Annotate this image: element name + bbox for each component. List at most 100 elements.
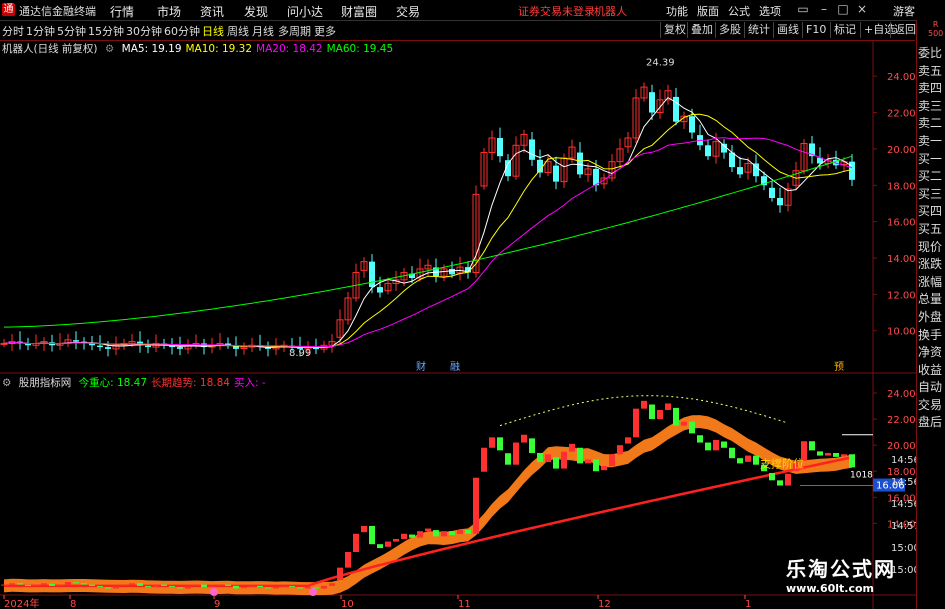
menu-wealth[interactable]: 财富圈 xyxy=(341,3,377,20)
right-panel-item[interactable]: 外盘 xyxy=(918,309,945,327)
sub-candle xyxy=(385,541,391,547)
candle-body xyxy=(105,347,111,349)
y-tick-label: 16.00 xyxy=(887,218,916,229)
event-marker: 融 xyxy=(450,361,460,373)
menu-options[interactable]: 选项 xyxy=(759,3,781,19)
menu-quotes[interactable]: 行情 xyxy=(110,3,134,20)
right-panel-item[interactable]: 收益 xyxy=(918,362,945,380)
min-icon[interactable]: – xyxy=(817,2,831,17)
right-panel-item[interactable]: 买一 xyxy=(918,151,945,169)
right-panel-item[interactable]: 买三 xyxy=(918,186,945,204)
restore-rights-button[interactable]: 复权 xyxy=(660,22,689,38)
right-panel-item[interactable]: 涨幅 xyxy=(918,274,945,292)
right-panel-item[interactable]: 卖三 xyxy=(918,98,945,116)
right-panel-item[interactable]: 总量 xyxy=(918,291,945,309)
statistics-button[interactable]: 统计 xyxy=(744,22,773,38)
right-panel-item[interactable]: 买四 xyxy=(918,203,945,221)
right-panel-item[interactable]: 委比 xyxy=(918,45,945,63)
sub-candle xyxy=(57,584,63,586)
candle-body xyxy=(705,145,711,157)
x-tick-label: 2024年 xyxy=(4,597,39,609)
sub-candle xyxy=(641,400,647,409)
sub-settings-icon[interactable]: ⚙ xyxy=(2,377,11,389)
sub-candle xyxy=(673,407,679,426)
trend-line xyxy=(4,456,853,588)
close-icon[interactable]: × xyxy=(855,2,869,17)
period-15min[interactable]: 15分钟 xyxy=(88,23,124,39)
right-panel-item[interactable]: 卖二 xyxy=(918,115,945,133)
right-panel-item[interactable]: 自动 xyxy=(918,379,945,397)
menu-formula[interactable]: 公式 xyxy=(728,3,750,19)
r-indicator[interactable]: R 500 xyxy=(928,20,943,38)
sub-candle xyxy=(169,586,175,588)
settings-icon[interactable]: ⚙ xyxy=(105,43,114,55)
menu-trade[interactable]: 交易 xyxy=(396,3,420,20)
candle-body xyxy=(369,261,375,288)
maximize-icon[interactable]: □ xyxy=(836,2,850,17)
sub-candle xyxy=(233,585,239,589)
sub-candle xyxy=(121,584,127,586)
menu-function[interactable]: 功能 xyxy=(666,3,688,19)
right-panel-item[interactable]: 买五 xyxy=(918,221,945,239)
watermark: 乐淘公式网 www.60lt.com xyxy=(786,553,916,603)
x-tick-label: 9 xyxy=(214,599,220,609)
period-monthly[interactable]: 月线 xyxy=(252,23,274,39)
f10-button[interactable]: F10 xyxy=(802,22,829,38)
sub-candle xyxy=(1,584,7,586)
right-panel-item[interactable]: 卖一 xyxy=(918,133,945,151)
sub-candle xyxy=(297,587,303,589)
period-5min[interactable]: 5分钟 xyxy=(57,23,86,39)
period-multi[interactable]: 多周期 xyxy=(278,23,311,39)
draw-line-button[interactable]: 画线 xyxy=(773,22,802,38)
sub-candle xyxy=(569,443,575,452)
menu-layout[interactable]: 版面 xyxy=(697,3,719,19)
period-1min[interactable]: 1分钟 xyxy=(26,23,55,39)
candle-body xyxy=(25,343,31,346)
candle-body xyxy=(729,152,735,168)
candle-body xyxy=(769,187,775,198)
candle-body xyxy=(649,92,655,113)
multi-stock-button[interactable]: 多股 xyxy=(715,22,744,38)
period-60min[interactable]: 60分钟 xyxy=(164,23,200,39)
right-panel-item[interactable]: 买二 xyxy=(918,168,945,186)
right-panel-item[interactable]: 涨跌 xyxy=(918,256,945,274)
sub-candle xyxy=(521,434,527,443)
minimize-icon[interactable]: ▭ xyxy=(796,2,810,17)
sub-candle xyxy=(257,585,263,588)
period-weekly[interactable]: 周线 xyxy=(227,23,249,39)
candle-body xyxy=(737,167,743,175)
period-toolbar: 分时 1分钟 5分钟 15分钟 30分钟 60分钟 日线 周线 月线 多周期 更… xyxy=(0,21,916,41)
sub-candle xyxy=(833,452,839,457)
menu-discover[interactable]: 发现 xyxy=(244,3,268,20)
period-daily[interactable]: 日线 xyxy=(202,23,224,39)
menu-market[interactable]: 市场 xyxy=(157,3,181,20)
guest-label[interactable]: 游客 xyxy=(893,3,915,19)
y-tick-label: 22.00 xyxy=(887,109,916,120)
overlay-button[interactable]: 叠加 xyxy=(687,22,716,38)
menu-ask[interactable]: 问小达 xyxy=(287,3,323,20)
right-panel-item[interactable]: 盘后 xyxy=(918,414,945,432)
period-more[interactable]: 更多 xyxy=(314,23,336,39)
y-tick-label: 24.00 xyxy=(887,72,916,83)
sub-candle xyxy=(281,585,287,588)
mark-button[interactable]: 标记 xyxy=(830,22,859,38)
login-warning[interactable]: 证券交易未登录 xyxy=(518,3,595,19)
right-panel-item[interactable]: 交易 xyxy=(918,397,945,415)
x-tick-label: 8 xyxy=(70,599,76,609)
period-30min[interactable]: 30分钟 xyxy=(126,23,162,39)
sub-candle xyxy=(441,531,447,537)
app-logo: 通 xyxy=(2,3,15,16)
kline-chart[interactable]: 24.00 22.00 20.00 18.00 16.00 14.00 12.00 10.00… xyxy=(0,40,916,609)
menu-news[interactable]: 资讯 xyxy=(200,3,224,20)
right-panel-item[interactable]: 换手 xyxy=(918,327,945,345)
sub-candle xyxy=(769,473,775,481)
period-intraday[interactable]: 分时 xyxy=(2,23,24,39)
right-panel-item[interactable]: 卖五 xyxy=(918,63,945,81)
sub-candle xyxy=(289,586,295,588)
ma-line xyxy=(3,96,853,349)
back-button[interactable]: 返回 xyxy=(890,22,919,38)
sub-candle xyxy=(25,584,31,586)
right-panel-item[interactable]: 卖四 xyxy=(918,80,945,98)
right-panel-item[interactable]: 净资 xyxy=(918,344,945,362)
right-panel-item[interactable]: 现价 xyxy=(918,239,945,257)
